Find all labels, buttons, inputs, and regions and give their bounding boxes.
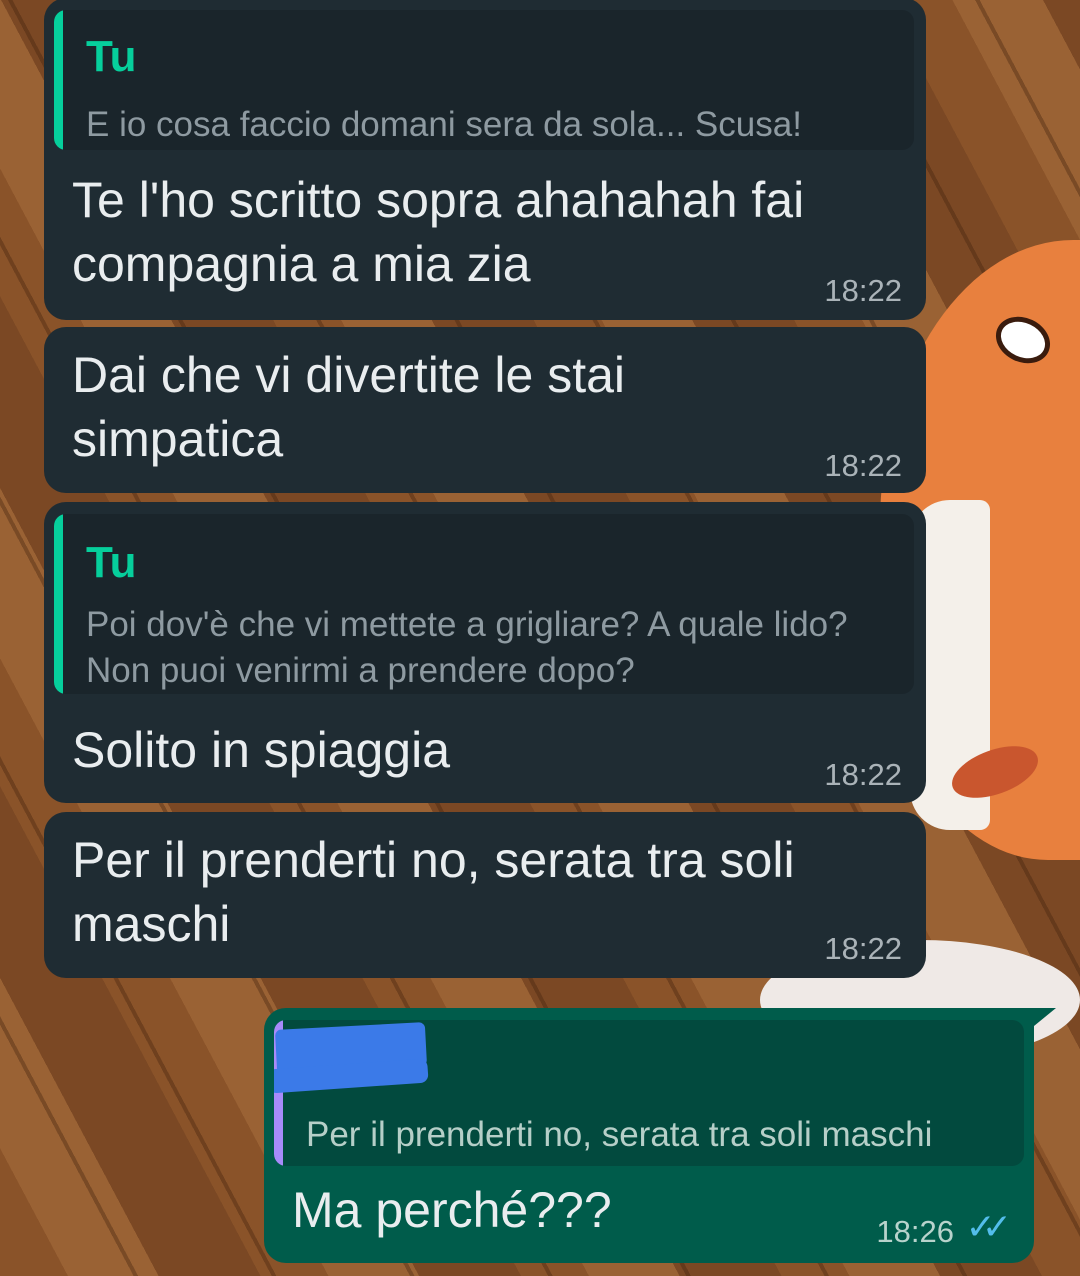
message-time: 18:22 [824, 273, 902, 308]
message-text: Dai che vi divertite le stai simpatica [72, 347, 626, 467]
reply-quote-bar [54, 10, 63, 150]
message-bubble-incoming[interactable]: Dai che vi divertite le stai simpatica 1… [44, 327, 926, 493]
reply-quote[interactable]: Tu Poi dov'è che vi mettete a grigliare?… [54, 514, 914, 694]
reply-quote-author: Tu [86, 32, 137, 81]
reply-quote[interactable]: Per il prenderti no, serata tra soli mas… [274, 1020, 1024, 1166]
message-bubble-outgoing[interactable]: Per il prenderti no, serata tra soli mas… [264, 1008, 1056, 1263]
bubble-tail [1034, 1008, 1056, 1026]
double-check-icon: ✓✓ [965, 1206, 1012, 1247]
message-text: Solito in spiaggia [72, 722, 451, 778]
message-bubble-incoming[interactable]: Per il prenderti no, serata tra soli mas… [44, 812, 926, 978]
message-bubble-incoming[interactable]: Tu Poi dov'è che vi mettete a grigliare?… [44, 502, 926, 803]
reply-quote-bar [54, 514, 63, 694]
message-text: Te l'ho scritto sopra ahahahah fai compa… [72, 172, 805, 292]
reply-quote-text: Per il prenderti no, serata tra soli mas… [306, 1115, 933, 1154]
message-bubble-incoming[interactable]: Tu E io cosa faccio domani sera da sola.… [44, 0, 926, 320]
reply-quote-text: Poi dov'è che vi mettete a grigliare? A … [86, 605, 848, 690]
message-time: 18:22 [824, 448, 902, 483]
reply-quote-text: E io cosa faccio domani sera da sola... … [86, 105, 802, 144]
message-time: 18:22 [824, 931, 902, 966]
message-text: Per il prenderti no, serata tra soli mas… [72, 832, 795, 952]
reply-quote[interactable]: Tu E io cosa faccio domani sera da sola.… [54, 10, 914, 150]
message-time: 18:22 [824, 757, 902, 792]
reply-quote-author: Tu [86, 538, 137, 587]
message-time: 18:26 [876, 1214, 954, 1249]
